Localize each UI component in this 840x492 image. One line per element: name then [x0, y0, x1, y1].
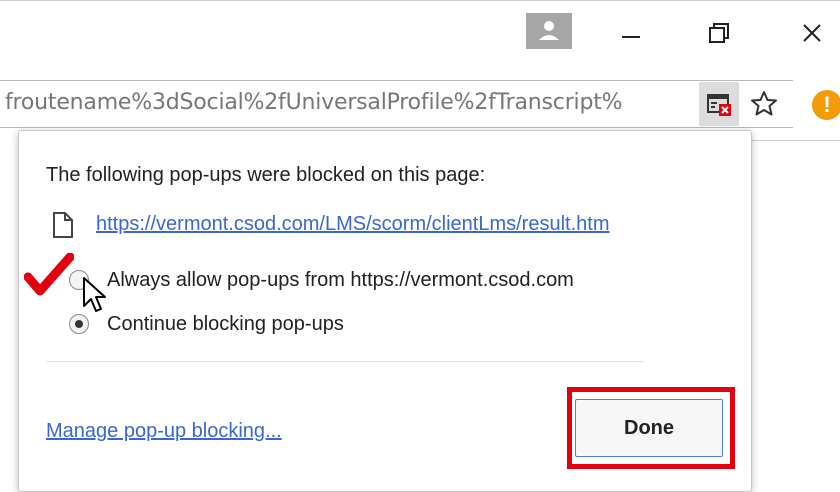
- done-button[interactable]: Done: [575, 399, 723, 457]
- bubble-title: The following pop-ups were blocked on th…: [46, 164, 486, 186]
- checkmark-icon: [24, 253, 74, 296]
- profile-button[interactable]: [526, 13, 572, 49]
- restore-icon: [709, 23, 729, 43]
- user-icon: [539, 21, 559, 40]
- continue-blocking-radio[interactable]: [69, 314, 89, 334]
- continue-blocking-label[interactable]: Continue blocking pop-ups: [107, 313, 344, 336]
- alert-icon[interactable]: !: [812, 90, 840, 120]
- url-fade: [625, 81, 695, 127]
- bubble-divider: [46, 361, 644, 362]
- close-icon: [803, 24, 821, 42]
- close-button[interactable]: [792, 15, 832, 51]
- popup-blocked-button[interactable]: [699, 82, 739, 126]
- popup-blocked-bubble: The following pop-ups were blocked on th…: [18, 130, 752, 492]
- bookmark-button[interactable]: [746, 86, 782, 122]
- restore-button[interactable]: [700, 15, 740, 51]
- radio-selected-dot: [75, 320, 83, 328]
- url-text: froutename%3dSocial%2fUniversalProfile%2…: [5, 90, 623, 115]
- popup-blocked-icon: [707, 94, 731, 116]
- minimize-icon: [622, 36, 640, 38]
- manage-popup-blocking-link[interactable]: Manage pop-up blocking...: [46, 420, 282, 443]
- title-bar: [0, 0, 840, 71]
- address-bar[interactable]: froutename%3dSocial%2fUniversalProfile%2…: [0, 80, 793, 128]
- file-icon: [53, 212, 73, 238]
- minimize-button[interactable]: [612, 15, 652, 51]
- blocked-popup-link[interactable]: https://vermont.csod.com/LMS/scorm/clien…: [96, 213, 610, 236]
- toolbar-divider: [752, 140, 840, 141]
- mouse-cursor-icon: [83, 277, 106, 312]
- always-allow-label[interactable]: Always allow pop-ups from https://vermon…: [107, 269, 574, 292]
- star-icon: [751, 91, 777, 116]
